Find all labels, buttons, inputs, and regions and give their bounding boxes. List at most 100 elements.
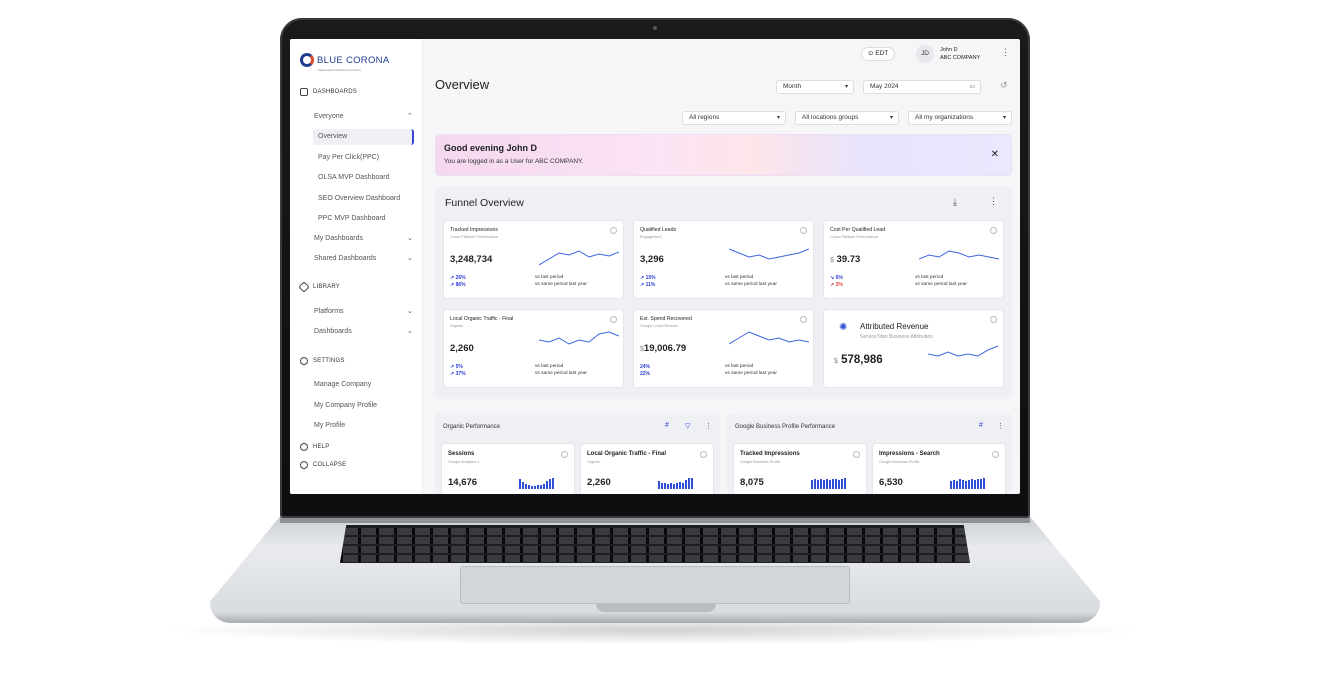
sidebar-item-seo[interactable]: SEO Overview Dashboard <box>318 195 400 202</box>
reset-icon[interactable]: ↺ <box>1000 80 1008 91</box>
delta-year-label: vs same period last year <box>915 282 967 287</box>
grid-icon <box>300 88 308 96</box>
gbp-title: Google Business Profile Performance <box>735 424 836 430</box>
timezone-button[interactable]: ⊙ EDT <box>861 47 896 61</box>
sparkline <box>539 250 619 266</box>
metric-card[interactable]: Local Organic Traffic - Final Organic 2,… <box>580 443 714 494</box>
badge-icon: ✺ <box>839 322 848 333</box>
sidebar-item-my-profile[interactable]: My Profile <box>314 422 345 429</box>
sidebar-item-platforms[interactable]: Platforms <box>314 308 344 315</box>
info-icon[interactable] <box>990 316 997 323</box>
sparkline <box>928 345 998 357</box>
chevron-down-icon[interactable]: ⌄ <box>407 307 413 315</box>
section-library-label: LIBRARY <box>313 284 340 290</box>
organizations-select[interactable]: All my organizations ▾ <box>908 111 1012 125</box>
gbp-performance-panel: Google Business Profile Performance # ⋮ … <box>727 413 1012 494</box>
metric-card[interactable]: Est. Spend Recovered Google Local Review… <box>633 309 814 388</box>
info-icon[interactable] <box>610 316 617 323</box>
metric-card[interactable]: Tracked Impressions Cross-Platform Perfo… <box>443 220 624 299</box>
metric-card[interactable]: Sessions Google Analytics 4 14,676 <box>441 443 575 494</box>
sidebar-item-ppc[interactable]: Pay Per Click(PPC) <box>318 154 379 161</box>
more-menu-icon[interactable]: ⋮ <box>997 422 1004 430</box>
chevron-down-icon[interactable]: ⌄ <box>407 234 413 242</box>
delta-period-label: vs last period <box>725 364 754 369</box>
date-picker[interactable]: May 2024 ▭ <box>863 80 981 94</box>
metric-card[interactable]: Impressions - Search Google Business Pro… <box>872 443 1006 494</box>
locations-value: All locations groups <box>802 114 859 121</box>
date-value: May 2024 <box>870 83 899 90</box>
info-icon[interactable] <box>800 316 807 323</box>
chevron-down-icon[interactable]: ⌄ <box>407 327 413 335</box>
info-icon[interactable] <box>610 227 617 234</box>
main-content: ⊙ EDT JD John D ABC COMPANY ⋮ Overview M… <box>423 39 1020 494</box>
grid-icon[interactable]: # <box>979 422 983 429</box>
info-icon[interactable] <box>561 451 568 458</box>
metric-card[interactable]: Qualified Leads Engagement 3,296 ↗ 15% ↗… <box>633 220 814 299</box>
info-icon[interactable] <box>990 227 997 234</box>
sidebar-item-ppc-mvp[interactable]: PPC MVP Dashboard <box>318 215 386 222</box>
period-select[interactable]: Month ▾ <box>776 80 854 94</box>
more-menu-icon[interactable]: ⋮ <box>1001 47 1010 58</box>
bar-sparkline <box>519 477 554 489</box>
card-subtitle: Google Local Reviews <box>640 324 678 328</box>
card-value-number: 578,986 <box>841 354 883 366</box>
greeting-title: Good evening John D <box>444 143 538 153</box>
info-icon[interactable] <box>992 451 999 458</box>
sidebar-item-manage-company[interactable]: Manage Company <box>314 381 371 388</box>
brand-logo[interactable]: BLUE CORONA <box>300 53 389 67</box>
card-value: $ 39.73 <box>830 254 860 265</box>
metric-card[interactable]: Tracked Impressions Google Business Prof… <box>733 443 867 494</box>
more-menu-icon[interactable]: ⋮ <box>989 196 998 207</box>
regions-select[interactable]: All regions ▾ <box>682 111 786 125</box>
section-settings[interactable]: SETTINGS <box>300 357 345 365</box>
section-dashboards[interactable]: DASHBOARDS <box>300 88 357 96</box>
chevron-down-icon[interactable]: ⌄ <box>407 254 413 262</box>
sidebar-item-company-profile[interactable]: My Company Profile <box>314 402 377 409</box>
metric-card[interactable]: Local Organic Traffic - Final Organic 2,… <box>443 309 624 388</box>
user-name: John D <box>940 47 958 53</box>
sidebar-item-dashboards[interactable]: Dashboards <box>314 328 352 335</box>
sidebar-item-shared-dashboards[interactable]: Shared Dashboards <box>314 255 376 262</box>
sidebar-item-my-dashboards[interactable]: My Dashboards <box>314 235 363 242</box>
delta-year: ↗ 11% <box>640 282 656 288</box>
card-title: Est. Spend Recovered <box>640 316 692 322</box>
laptop-lid: BLUE CORONA Measurable Marketing Solutio… <box>280 18 1030 518</box>
delta-year: ↗ 3% <box>830 282 843 288</box>
download-icon[interactable]: ⤓ <box>953 197 957 208</box>
card-subtitle: Cross-Platform Performance <box>830 235 879 239</box>
gear-icon <box>300 357 308 365</box>
user-info[interactable]: John D ABC COMPANY <box>940 46 980 62</box>
attributed-revenue-card[interactable]: ✺ Attributed Revenue ServiceTitan Busine… <box>823 309 1004 388</box>
card-value: 3,248,734 <box>450 254 493 265</box>
grid-icon[interactable]: # <box>665 422 669 429</box>
sidebar-item-everyone[interactable]: Everyone <box>314 113 344 120</box>
sidebar-item-overview[interactable]: Overview <box>313 129 414 145</box>
filter-icon[interactable]: ▽ <box>685 422 690 430</box>
chevron-up-icon[interactable]: ⌃ <box>407 112 413 120</box>
greeting-message: You are logged in as a User for ABC COMP… <box>444 158 584 165</box>
more-menu-icon[interactable]: ⋮ <box>705 422 712 430</box>
section-library[interactable]: LIBRARY <box>298 281 340 293</box>
locations-select[interactable]: All locations groups ▾ <box>795 111 899 125</box>
laptop-keyboard <box>340 525 970 563</box>
delta-year: ↗ 86% <box>450 282 466 288</box>
help-link[interactable]: HELP <box>300 443 329 451</box>
delta-year-label: vs same period last year <box>535 282 587 287</box>
collapse-button[interactable]: COLLAPSE <box>300 461 346 469</box>
close-icon[interactable]: ✕ <box>991 149 999 160</box>
delta-period: 24% <box>640 364 651 370</box>
card-title: Cost Per Qualified Lead <box>830 227 886 233</box>
card-subtitle: Engagement <box>640 235 662 239</box>
card-value: 8,075 <box>740 477 764 488</box>
sidebar-item-olsa[interactable]: OLSA MVP Dashboard <box>318 174 389 181</box>
laptop-trackpad <box>460 566 850 604</box>
avatar[interactable]: JD <box>916 45 934 63</box>
info-icon[interactable] <box>800 227 807 234</box>
metric-card[interactable]: Cost Per Qualified Lead Cross-Platform P… <box>823 220 1004 299</box>
info-icon[interactable] <box>853 451 860 458</box>
card-value: 6,530 <box>879 477 903 488</box>
delta-year: ↗ 37% <box>450 371 466 377</box>
info-icon[interactable] <box>700 451 707 458</box>
card-title: Local Organic Traffic - Final <box>587 451 667 457</box>
funnel-title: Funnel Overview <box>445 197 524 209</box>
